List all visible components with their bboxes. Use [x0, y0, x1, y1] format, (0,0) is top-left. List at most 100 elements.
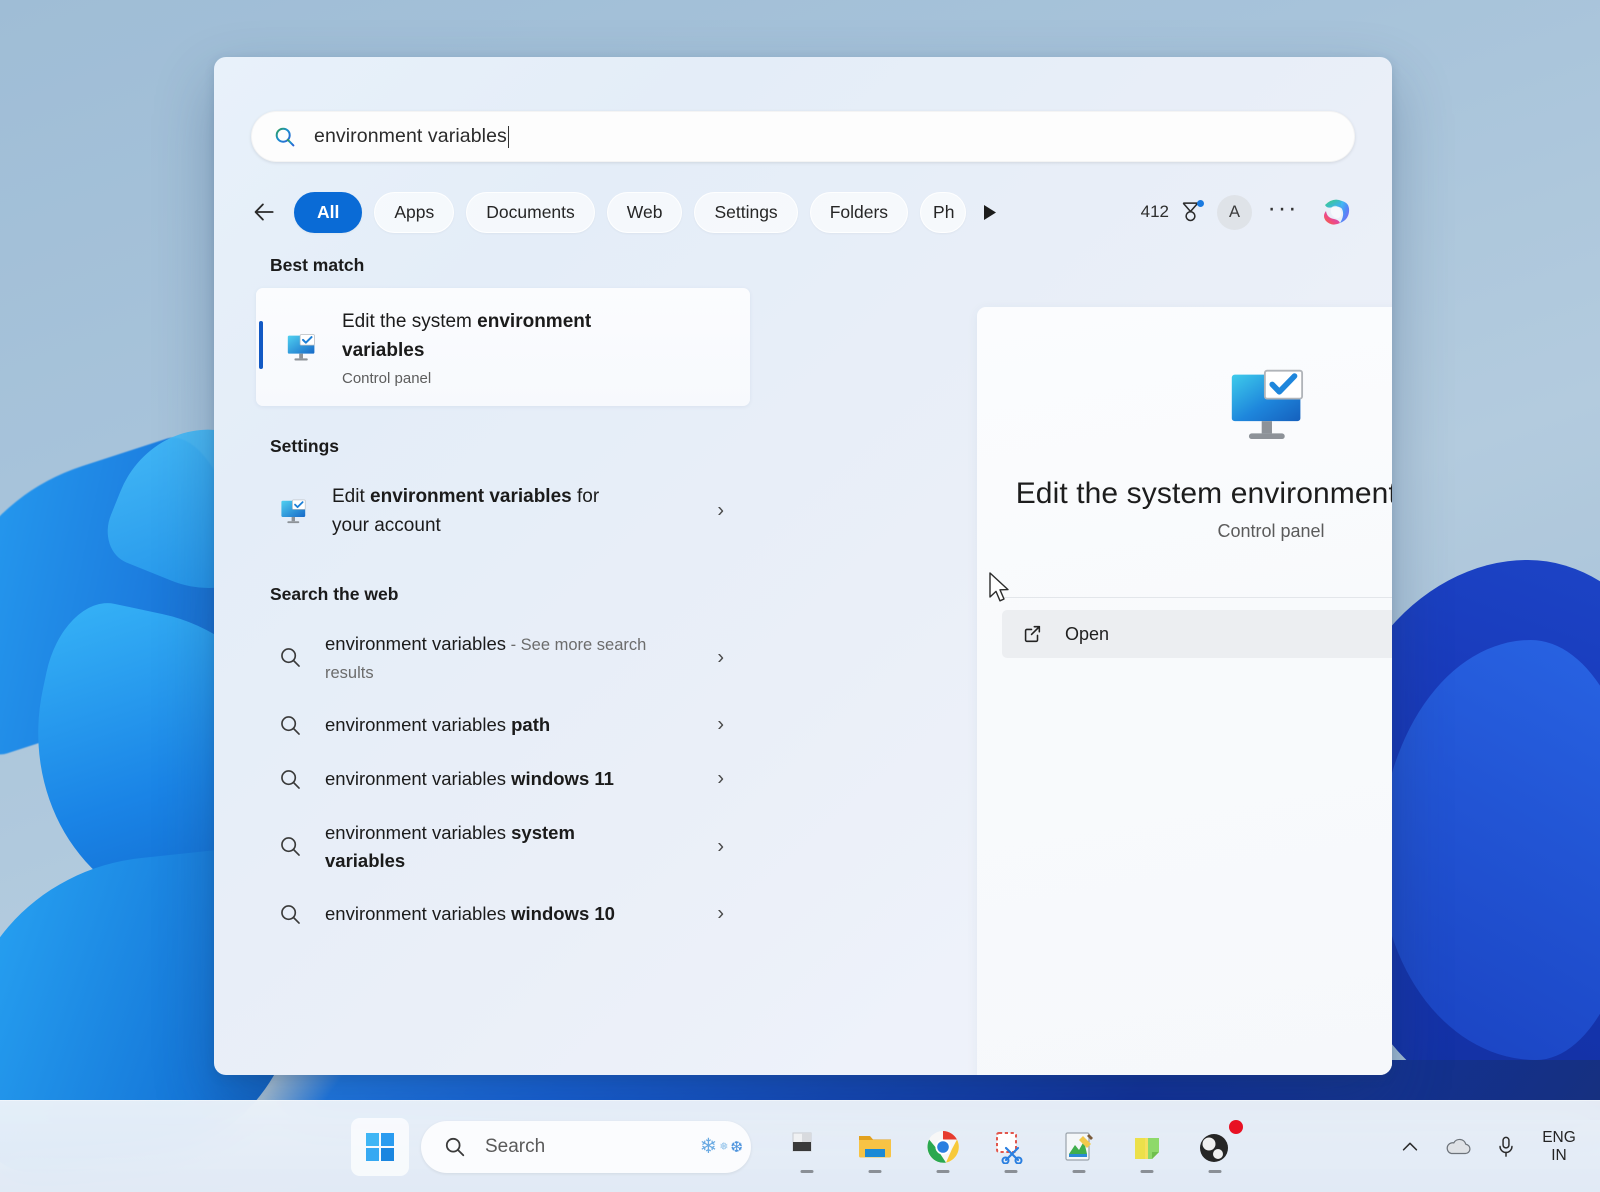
best-match-heading: Best match	[270, 255, 365, 275]
search-icon	[278, 645, 303, 670]
language-line-1: ENG	[1542, 1128, 1576, 1146]
best-match-subtitle: Control panel	[342, 370, 432, 388]
taskbar-search-box[interactable]: Search ❄ ❅ ❆	[421, 1120, 751, 1173]
search-icon	[278, 713, 303, 738]
settings-heading: Settings	[270, 436, 340, 456]
list-item-label: environment variables windows 10	[325, 900, 615, 928]
search-icon	[278, 767, 303, 792]
label-prefix: environment variables	[325, 768, 512, 790]
tab-apps[interactable]: Apps	[374, 191, 455, 233]
language-line-2: IN	[1551, 1146, 1567, 1164]
running-indicator	[868, 1169, 882, 1173]
chevron-up-icon[interactable]	[1388, 1124, 1432, 1170]
list-item[interactable]: environment variables windows 11 ›	[256, 752, 750, 806]
system-properties-icon	[278, 494, 312, 528]
microphone-icon[interactable]	[1484, 1124, 1528, 1170]
search-flyout-panel: environment variables All Apps Documents…	[214, 57, 1392, 1075]
rewards-count: 412	[1140, 202, 1169, 221]
filter-tab-row: All Apps Documents Web Settings Folders …	[244, 181, 1364, 243]
label-bold: windows 10	[511, 903, 615, 925]
tab-web[interactable]: Web	[606, 191, 683, 233]
chevron-right-icon[interactable]: ›	[717, 835, 724, 858]
search-icon	[278, 834, 303, 859]
snowflake-decoration: ❄ ❅ ❆	[699, 1135, 743, 1158]
tab-label: Documents	[486, 201, 575, 222]
list-item-label: Edit environment variables for your acco…	[332, 482, 632, 541]
chevron-right-icon[interactable]: ›	[717, 500, 724, 523]
label-prefix: environment variables	[325, 632, 506, 654]
tab-folders[interactable]: Folders	[809, 191, 909, 233]
selection-indicator	[259, 321, 263, 369]
tab-label: Web	[626, 201, 663, 222]
system-properties-icon	[977, 355, 1392, 453]
tab-documents[interactable]: Documents	[466, 191, 595, 233]
tab-all[interactable]: All	[294, 191, 363, 233]
chevron-right-icon[interactable]: ›	[717, 714, 724, 737]
title-plain: Edit the system	[342, 310, 478, 332]
tab-settings[interactable]: Settings	[694, 191, 798, 233]
running-indicator	[800, 1169, 814, 1173]
label-prefix: environment variables	[325, 714, 512, 736]
list-item-label: environment variables windows 11	[325, 765, 614, 793]
snipping-tool-icon[interactable]	[983, 1119, 1039, 1175]
language-indicator[interactable]: ENG IN	[1532, 1125, 1586, 1169]
search-input-value: environment variables	[314, 125, 507, 147]
obs-icon[interactable]	[1187, 1119, 1243, 1175]
list-item-label: environment variables system variables	[325, 819, 655, 875]
scroll-right-arrow-icon[interactable]	[972, 195, 1006, 229]
chevron-right-icon[interactable]: ›	[717, 903, 724, 926]
chrome-icon[interactable]	[915, 1119, 971, 1175]
desktop: environment variables All Apps Documents…	[0, 0, 1600, 1192]
running-indicator	[936, 1169, 950, 1173]
preview-subtitle: Control panel	[1217, 521, 1325, 541]
windows-start-icon[interactable]	[351, 1117, 409, 1176]
wallpaper-bloom-shape	[1380, 640, 1600, 1060]
label-bold: path	[511, 714, 551, 736]
list-item[interactable]: environment variables - See more search …	[256, 617, 750, 699]
best-match-title: Edit the system environment variables	[342, 307, 642, 366]
more-options-button[interactable]: ···	[1264, 195, 1302, 229]
chevron-right-icon[interactable]: ›	[717, 646, 724, 669]
task-view-icon[interactable]	[779, 1119, 835, 1175]
copilot-icon[interactable]	[1314, 190, 1358, 234]
label-prefix: environment variables	[325, 821, 512, 843]
tab-label: Folders	[829, 201, 889, 222]
tab-photos[interactable]: Ph	[920, 191, 967, 233]
tab-label: Ph	[933, 201, 955, 222]
list-item[interactable]: environment variables system variables ›	[256, 806, 750, 888]
running-indicator	[1208, 1169, 1222, 1173]
onedrive-cloud-icon[interactable]	[1436, 1124, 1480, 1170]
list-item-label: environment variables path	[325, 711, 550, 739]
tab-label: Apps	[394, 201, 435, 222]
search-input[interactable]: environment variables	[251, 111, 1355, 162]
list-item[interactable]: Edit environment variables for your acco…	[256, 469, 750, 554]
system-tray: ENG IN	[1388, 1124, 1586, 1170]
search-the-web-heading: Search the web	[270, 583, 399, 604]
notification-badge	[1229, 1119, 1243, 1134]
list-item[interactable]: environment variables path ›	[256, 698, 750, 752]
tab-label: All	[317, 201, 340, 222]
open-label: Open	[1065, 623, 1110, 644]
list-item-label: environment variables - See more search …	[325, 630, 655, 686]
paint-icon[interactable]	[1051, 1119, 1107, 1175]
list-item[interactable]: environment variables windows 10 ›	[256, 887, 750, 941]
rewards-button[interactable]: 412	[1140, 199, 1204, 225]
system-properties-icon	[284, 328, 322, 366]
taskbar: Search ❄ ❅ ❆ ENG IN	[0, 1100, 1600, 1192]
preview-title: Edit the system environment variables	[1015, 477, 1392, 510]
sticky-notes-icon[interactable]	[1119, 1119, 1175, 1175]
chevron-right-icon[interactable]: ›	[717, 768, 724, 791]
results-column: Best match Edit the system environment v…	[256, 255, 756, 1055]
back-arrow-icon[interactable]	[244, 192, 284, 232]
best-match-result[interactable]: Edit the system environment variables Co…	[256, 288, 750, 406]
open-button[interactable]: Open	[1002, 610, 1392, 658]
file-explorer-icon[interactable]	[847, 1119, 903, 1175]
search-icon	[443, 1135, 467, 1159]
running-indicator	[1072, 1169, 1086, 1173]
running-indicator	[1140, 1169, 1154, 1173]
avatar[interactable]: A	[1217, 194, 1252, 230]
search-icon	[273, 125, 297, 149]
label-bold: environment variables	[370, 486, 572, 507]
label-bold: windows 11	[511, 768, 614, 790]
label-prefix: environment variables	[325, 903, 512, 925]
